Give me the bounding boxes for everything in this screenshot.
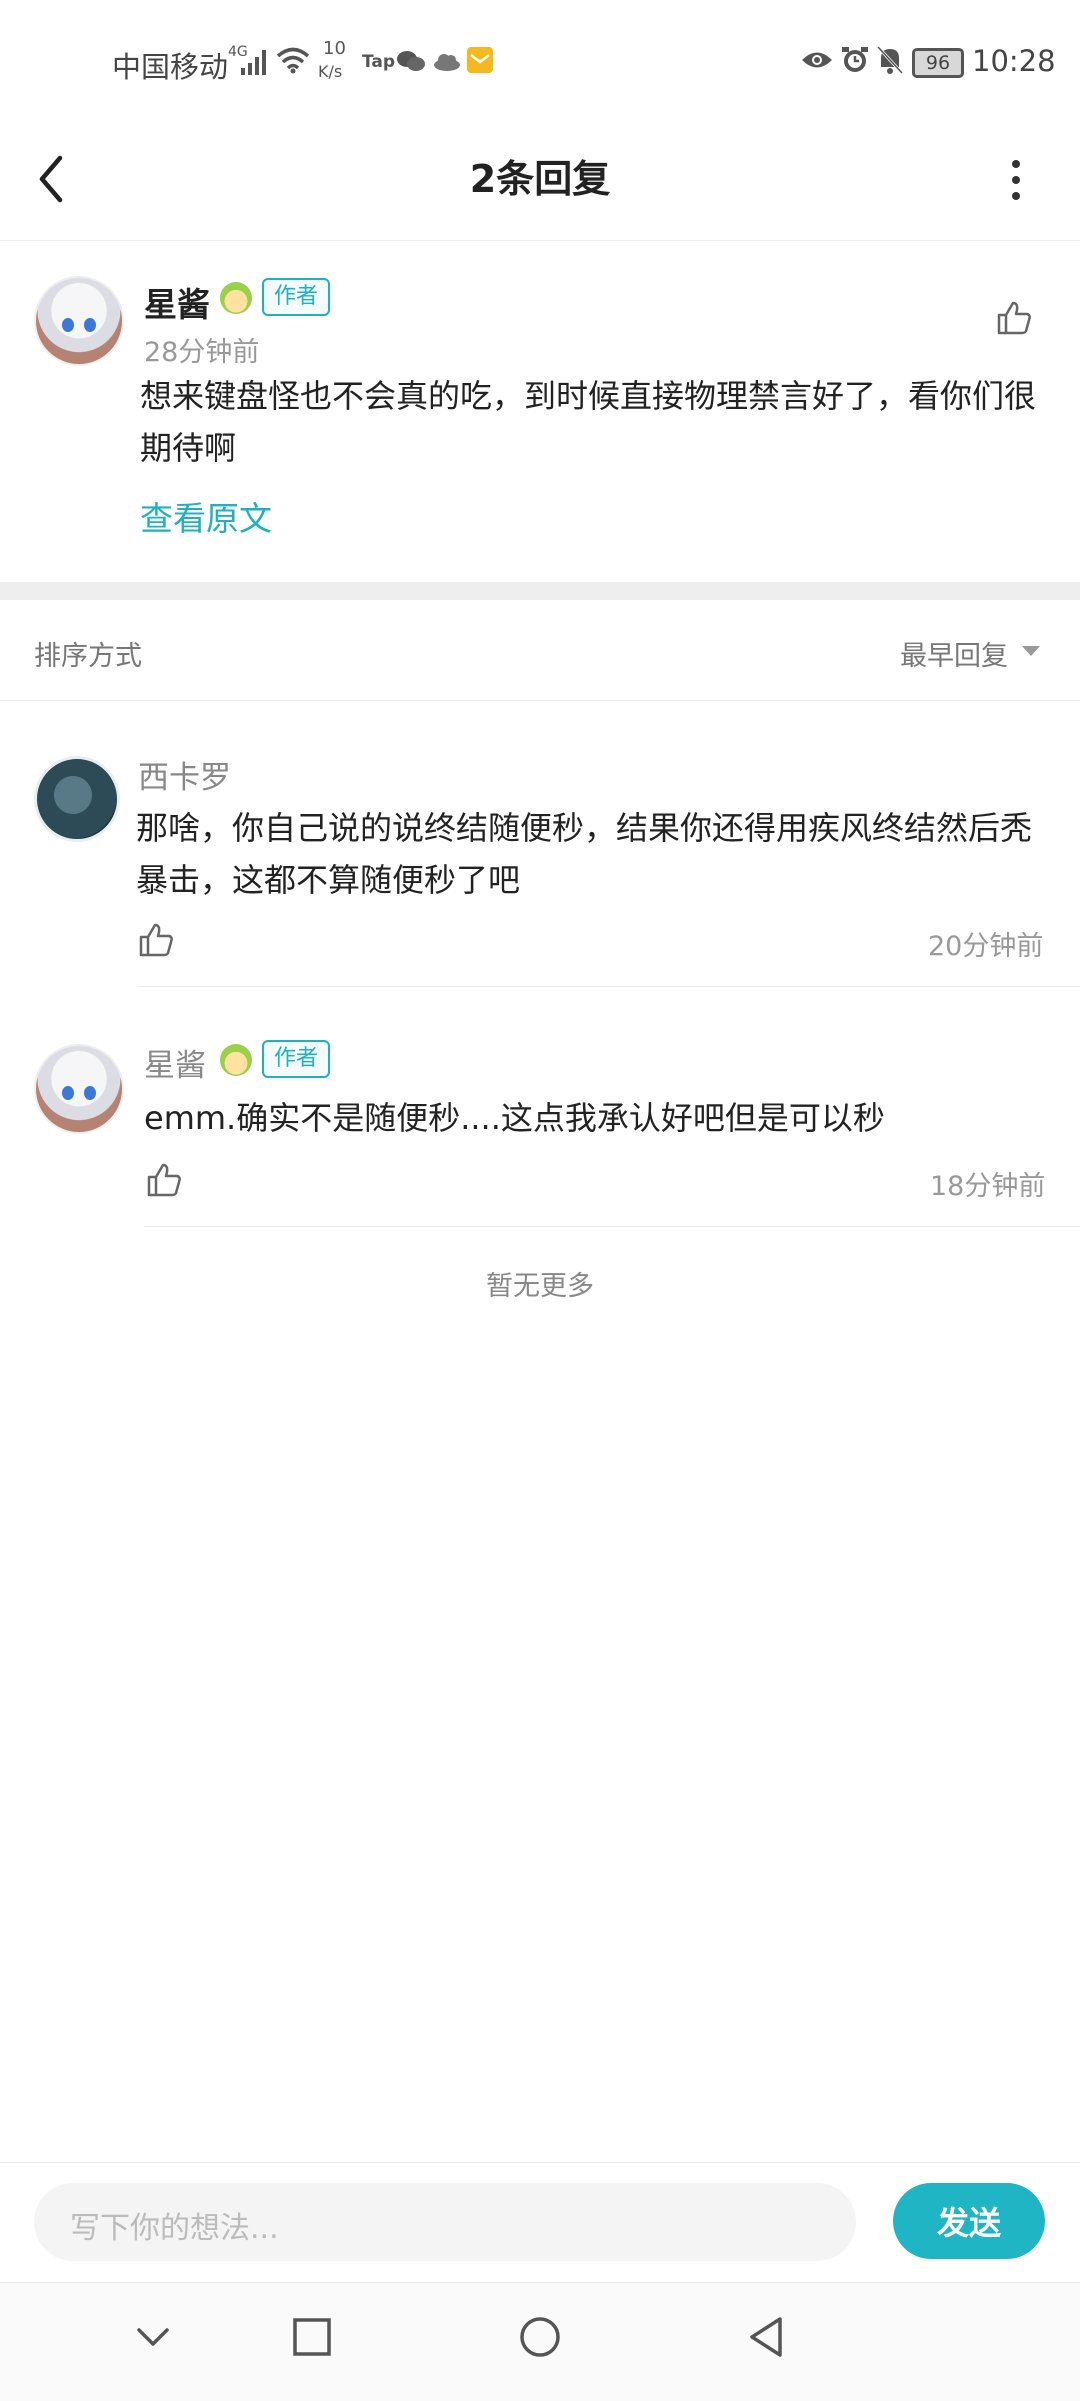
chevron-down-icon[interactable]: [136, 2325, 170, 2349]
eye-icon: [802, 52, 832, 68]
tap-app-icon: Tap: [362, 52, 396, 72]
reply-text: emm.确实不是随便秒....这点我承认好吧但是可以秒: [144, 1099, 885, 1137]
view-original-link[interactable]: 查看原文: [140, 492, 272, 540]
comment-time: 28分钟前: [144, 337, 260, 368]
reply-time: 18分钟前: [930, 1171, 1046, 1202]
avatar[interactable]: [34, 276, 124, 366]
reply-author[interactable]: 星酱: [144, 1040, 206, 1085]
reply-item: 西卡罗 那啥，你自己说的说终结随便秒，结果你还得用疾风终结然后秃暴击，这都不算随…: [0, 700, 1080, 988]
like-icon[interactable]: [146, 1162, 182, 1198]
system-nav-bar: [0, 2282, 1080, 2401]
avatar[interactable]: [34, 756, 120, 842]
more-options-icon[interactable]: [1006, 158, 1026, 202]
speed-value: 10: [323, 38, 346, 59]
mail-icon: [467, 47, 493, 73]
section-divider: [0, 582, 1080, 600]
mute-bell-icon: [876, 45, 904, 75]
send-button[interactable]: 发送: [893, 2183, 1045, 2259]
reply-item: 星酱 作者 emm.确实不是随便秒....这点我承认好吧但是可以秒 18分钟前: [0, 988, 1080, 1228]
chevron-down-icon[interactable]: [1022, 646, 1040, 656]
clock: 10:28: [972, 44, 1056, 78]
cloud-icon: [434, 54, 460, 71]
sort-label: 排序方式: [34, 641, 142, 672]
reply-text: 那啥，你自己说的说终结随便秒，结果你还得用疾风终结然后秃暴击，这都不算随便秒了吧: [136, 809, 1033, 899]
page-title: 2条回复: [469, 157, 611, 201]
recents-square-icon[interactable]: [292, 2317, 332, 2357]
user-emblem-icon: [220, 1044, 252, 1076]
wifi-icon: [276, 47, 310, 74]
speed-unit: K/s: [318, 62, 343, 81]
comment-author[interactable]: 星酱: [144, 278, 210, 326]
alarm-icon: [842, 47, 868, 72]
comment-text: 想来键盘怪也不会真的吃，到时候直接物理禁言好了，看你们很期待啊: [140, 377, 1037, 467]
author-badge: 作者: [262, 1040, 331, 1078]
reply-author[interactable]: 西卡罗: [138, 752, 231, 797]
reply-time: 20分钟前: [928, 931, 1044, 962]
wechat-icon: [397, 51, 425, 71]
status-bar: 中国移动 4G 10 K/s Tap 96 10:28: [0, 0, 1080, 120]
battery-indicator: 96: [912, 48, 964, 78]
user-emblem-icon: [220, 282, 252, 314]
carrier-label: 中国移动: [112, 50, 229, 84]
author-badge: 作者: [262, 278, 331, 316]
sort-dropdown[interactable]: 最早回复: [900, 634, 1008, 673]
back-triangle-icon[interactable]: [746, 2315, 786, 2359]
home-circle-icon[interactable]: [518, 2315, 562, 2359]
divider: [144, 1226, 1080, 1227]
like-icon[interactable]: [138, 922, 174, 958]
header-bar: 2条回复: [0, 120, 1080, 241]
avatar[interactable]: [34, 1044, 124, 1134]
like-icon[interactable]: [996, 300, 1032, 336]
no-more-label: 暂无更多: [486, 1271, 594, 1302]
comment-input[interactable]: 写下你的想法...: [34, 2183, 856, 2261]
input-placeholder: 写下你的想法...: [70, 2211, 279, 2246]
divider: [138, 986, 1080, 987]
sort-row: 排序方式 最早回复: [0, 600, 1080, 701]
comment-input-bar: 写下你的想法... 发送: [0, 2162, 1080, 2283]
signal-icon: [241, 50, 266, 75]
original-comment: 星酱 作者 28分钟前 想来键盘怪也不会真的吃，到时候直接物理禁言好了，看你们很…: [0, 240, 1080, 582]
